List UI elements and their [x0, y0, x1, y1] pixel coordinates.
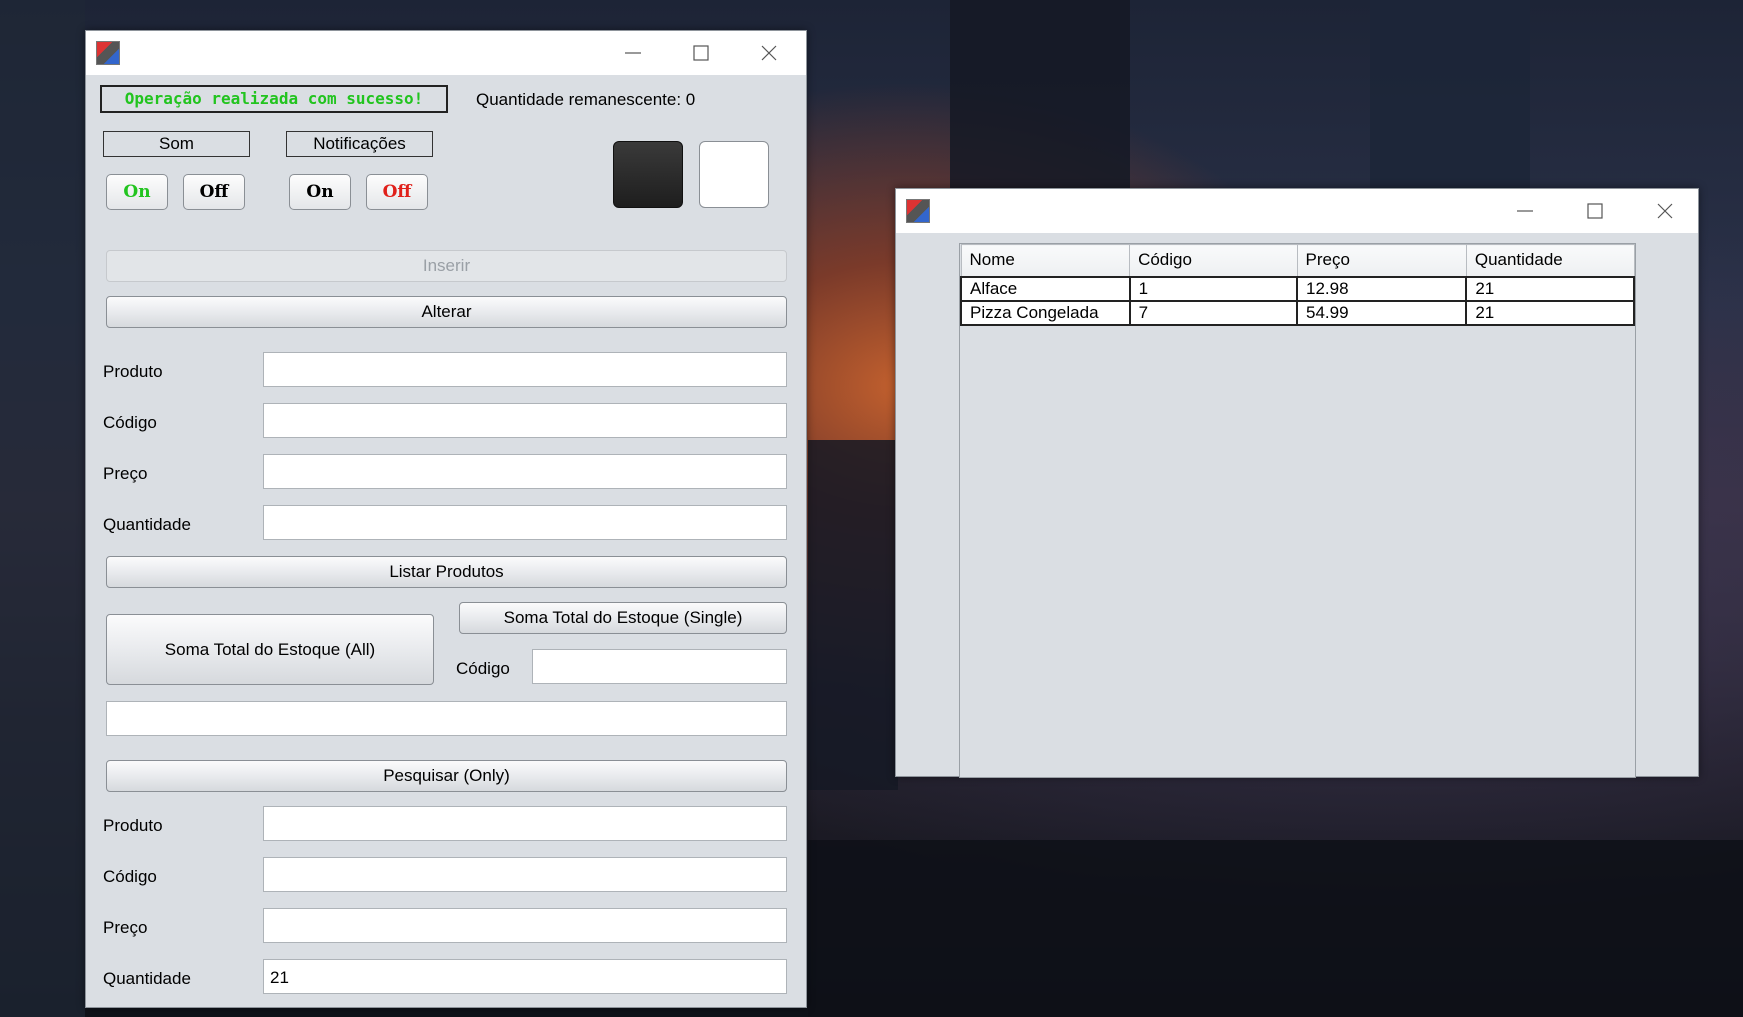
quantity-remaining-text: Quantidade remanescente: 0 [476, 90, 696, 109]
search-button[interactable]: Pesquisar (Only) [106, 760, 787, 792]
maximize-button[interactable] [1561, 189, 1629, 233]
sound-off-button[interactable]: Off [183, 174, 245, 210]
table-row[interactable]: Pizza Congelada 7 54.99 21 [960, 299, 1635, 326]
table-cell[interactable]: 54.99 [1295, 299, 1468, 326]
status-message: Operação realizada com sucesso! [100, 85, 448, 113]
table-cell[interactable]: 12.98 [1295, 275, 1468, 302]
maximize-button[interactable] [667, 31, 735, 75]
products-window: Nome Código Preço Quantidade Alface 1 12… [895, 188, 1699, 778]
column-header-quantidade[interactable]: Quantidade [1465, 244, 1635, 277]
quantity-label: Quantidade [103, 515, 191, 534]
app-icon [96, 41, 120, 65]
maximize-icon [693, 45, 709, 61]
products-table: Nome Código Preço Quantidade Alface 1 12… [960, 244, 1635, 326]
product-label: Produto [103, 362, 163, 381]
table-cell[interactable]: Alface [960, 275, 1131, 302]
search-quantity-label: Quantidade [103, 969, 191, 988]
list-products-button[interactable]: Listar Produtos [106, 556, 787, 588]
code-input[interactable] [263, 403, 787, 438]
close-button[interactable] [735, 31, 803, 75]
sound-on-button[interactable]: On [106, 174, 168, 210]
alter-button[interactable]: Alterar [106, 296, 787, 328]
sum-single-button[interactable]: Soma Total do Estoque (Single) [459, 602, 787, 634]
light-theme-swatch[interactable] [699, 141, 769, 208]
minimize-button[interactable] [1491, 189, 1559, 233]
search-product-input[interactable] [263, 806, 787, 841]
search-code-input[interactable] [263, 857, 787, 892]
sum-code-label: Código [456, 659, 510, 678]
insert-button[interactable]: Inserir [106, 250, 787, 282]
table-cell[interactable]: 21 [1465, 299, 1635, 326]
close-button[interactable] [1631, 189, 1699, 233]
column-header-nome[interactable]: Nome [960, 244, 1131, 277]
product-input[interactable] [263, 352, 787, 387]
price-input[interactable] [263, 454, 787, 489]
app-icon [906, 199, 930, 223]
table-header-row: Nome Código Preço Quantidade [960, 244, 1635, 277]
search-quantity-input[interactable]: 21 [263, 959, 787, 994]
sum-all-button[interactable]: Soma Total do Estoque (All) [106, 614, 434, 685]
notifications-off-button[interactable]: Off [366, 174, 428, 210]
search-price-input[interactable] [263, 908, 787, 943]
search-code-label: Código [103, 867, 157, 886]
dark-theme-swatch[interactable] [613, 141, 683, 208]
close-icon [1657, 203, 1673, 219]
search-price-label: Preço [103, 918, 148, 937]
table-row[interactable]: Alface 1 12.98 21 [960, 275, 1635, 302]
sum-code-input[interactable] [532, 649, 787, 684]
search-product-label: Produto [103, 816, 163, 835]
main-window: Operação realizada com sucesso! Quantida… [85, 30, 807, 1008]
sound-label: Som [103, 131, 250, 157]
products-table-viewport[interactable]: Nome Código Preço Quantidade Alface 1 12… [959, 243, 1636, 778]
main-titlebar[interactable] [86, 31, 806, 75]
minimize-icon [1517, 210, 1533, 212]
products-titlebar[interactable] [896, 189, 1698, 233]
code-label: Código [103, 413, 157, 432]
table-cell[interactable]: 21 [1465, 275, 1635, 302]
notifications-on-button[interactable]: On [289, 174, 351, 210]
maximize-icon [1587, 203, 1603, 219]
column-header-codigo[interactable]: Código [1129, 244, 1298, 277]
minimize-button[interactable] [599, 31, 667, 75]
table-cell[interactable]: 7 [1128, 299, 1299, 326]
price-label: Preço [103, 464, 148, 483]
minimize-icon [625, 52, 641, 54]
result-output[interactable] [106, 701, 787, 736]
close-icon [761, 45, 777, 61]
table-cell[interactable]: Pizza Congelada [960, 299, 1131, 326]
quantity-input[interactable] [263, 505, 787, 540]
notifications-label: Notificações [286, 131, 433, 157]
column-header-preco[interactable]: Preço [1296, 244, 1467, 277]
table-cell[interactable]: 1 [1128, 275, 1299, 302]
